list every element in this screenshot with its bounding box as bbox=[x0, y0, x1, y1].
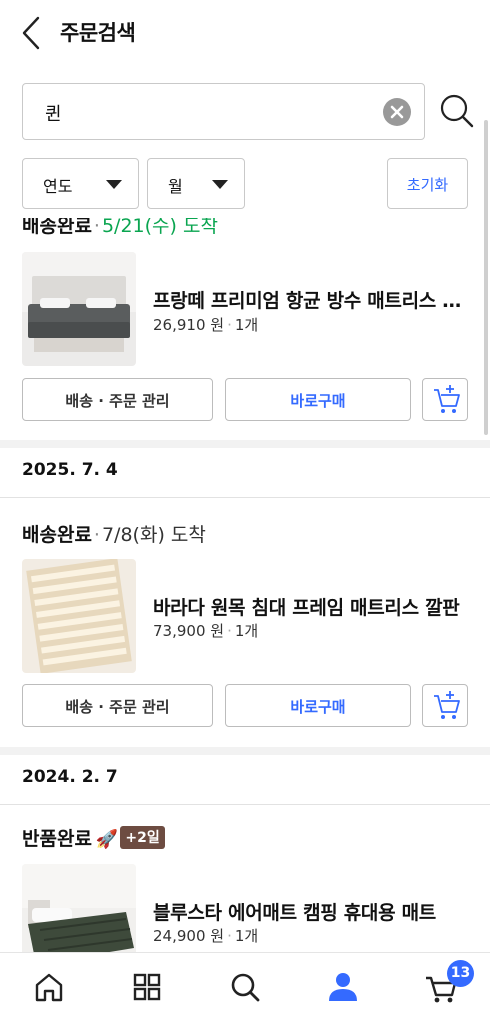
arrival-date: 7/8(화) 도착 bbox=[101, 524, 206, 546]
caret-down-icon bbox=[212, 180, 228, 189]
product-meta: 73,900 원 · 1개 bbox=[153, 622, 259, 640]
manage-order-label: 배송 · 주문 관리 bbox=[65, 392, 170, 410]
buy-again-label: 바로구매 bbox=[290, 698, 346, 716]
page-title: 주문검색 bbox=[60, 21, 136, 45]
section-divider bbox=[0, 747, 490, 755]
buy-again-button[interactable]: 바로구매 bbox=[225, 378, 411, 421]
search-input[interactable]: 퀸 bbox=[22, 83, 425, 140]
divider bbox=[0, 497, 490, 498]
product-thumbnail[interactable] bbox=[22, 864, 136, 952]
manage-order-label: 배송 · 주문 관리 bbox=[65, 698, 170, 716]
order-date: 2025. 7. 4 bbox=[22, 460, 118, 480]
search-icon[interactable] bbox=[225, 967, 265, 1007]
cart-add-icon bbox=[434, 691, 460, 719]
order-status: 배송완료 bbox=[22, 524, 92, 546]
product-price: 26,910 원 bbox=[153, 316, 225, 334]
order-status-line: 반품완료 🚀 +2일 bbox=[22, 824, 165, 851]
cart-count-badge: 13 bbox=[447, 960, 474, 987]
product-name[interactable]: 프랑떼 프리미엄 항균 방수 매트리스 커버 bbox=[153, 286, 471, 313]
product-price: 73,900 원 bbox=[153, 622, 225, 640]
buy-again-label: 바로구매 bbox=[290, 392, 346, 410]
arrival-date: 5/21(수) 도착 bbox=[101, 218, 218, 237]
order-status: 배송완료 bbox=[22, 218, 92, 237]
order-date: 2024. 2. 7 bbox=[22, 767, 118, 787]
add-to-cart-button[interactable] bbox=[422, 684, 468, 727]
clear-icon[interactable] bbox=[383, 98, 411, 126]
month-select[interactable]: 월 bbox=[147, 158, 245, 209]
reset-button[interactable]: 초기화 bbox=[387, 158, 468, 209]
search-icon[interactable] bbox=[438, 92, 476, 130]
section-divider bbox=[0, 440, 490, 448]
order-status: 반품완료 bbox=[22, 828, 92, 850]
app-header: 주문검색 bbox=[0, 0, 490, 66]
manage-order-button[interactable]: 배송 · 주문 관리 bbox=[22, 378, 213, 421]
cart-add-icon bbox=[434, 385, 460, 413]
product-thumbnail[interactable] bbox=[22, 252, 136, 366]
order-status-line: 배송완료 · 5/21(수) 도착 bbox=[22, 218, 218, 238]
month-select-label: 월 bbox=[168, 177, 183, 196]
product-name[interactable]: 블루스타 에어매트 캠핑 휴대용 매트 bbox=[153, 898, 471, 925]
product-thumbnail[interactable] bbox=[22, 559, 136, 673]
order-status-line: 배송완료 · 7/8(화) 도착 bbox=[22, 524, 206, 546]
manage-order-button[interactable]: 배송 · 주문 관리 bbox=[22, 684, 213, 727]
year-select-label: 연도 bbox=[43, 177, 73, 196]
add-to-cart-button[interactable] bbox=[422, 378, 468, 421]
divider bbox=[0, 804, 490, 805]
product-qty: 1개 bbox=[234, 622, 259, 640]
rocket-icon: 🚀 bbox=[95, 829, 119, 850]
product-meta: 26,910 원 · 1개 bbox=[153, 316, 259, 334]
product-qty: 1개 bbox=[234, 927, 259, 945]
caret-down-icon bbox=[106, 180, 122, 189]
back-icon[interactable] bbox=[18, 14, 48, 52]
year-select[interactable]: 연도 bbox=[22, 158, 139, 209]
buy-again-button[interactable]: 바로구매 bbox=[225, 684, 411, 727]
product-meta: 24,900 원 · 1개 bbox=[153, 927, 259, 945]
delivery-delay-badge: +2일 bbox=[120, 826, 165, 849]
person-icon[interactable] bbox=[323, 967, 363, 1007]
product-qty: 1개 bbox=[234, 316, 259, 334]
reset-button-label: 초기화 bbox=[406, 176, 449, 194]
category-icon[interactable] bbox=[127, 967, 167, 1007]
search-input-value[interactable]: 퀸 bbox=[45, 100, 62, 126]
product-name[interactable]: 바라다 원목 침대 프레임 매트리스 깔판 bbox=[153, 593, 471, 620]
home-icon[interactable] bbox=[29, 967, 69, 1007]
scrollbar[interactable] bbox=[484, 120, 488, 435]
bottom-nav bbox=[0, 952, 490, 1024]
product-price: 24,900 원 bbox=[153, 927, 225, 945]
order-list[interactable]: 배송완료 · 5/21(수) 도착 프랑떼 프리미엄 항균 방수 매트리스 커버 2… bbox=[0, 218, 490, 952]
